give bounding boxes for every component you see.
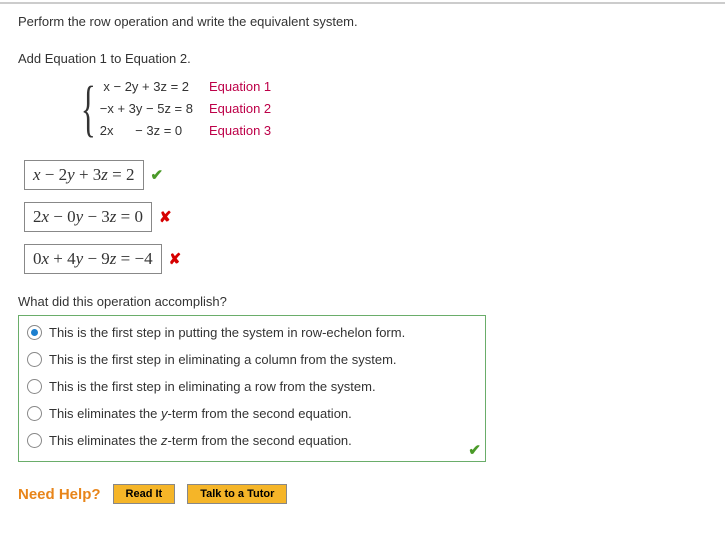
mc-prompt: What did this operation accomplish? xyxy=(18,294,707,309)
mc-option-label: This eliminates the y-term from the seco… xyxy=(49,406,352,421)
answer-row-2: 2x − 0y − 3z = 0 ✘ xyxy=(24,202,707,232)
answer-input-1[interactable]: x − 2y + 3z = 2 xyxy=(24,160,144,190)
question-text: Perform the row operation and write the … xyxy=(18,14,707,29)
radio-icon[interactable] xyxy=(27,379,42,394)
radio-icon[interactable] xyxy=(27,325,42,340)
radio-icon[interactable] xyxy=(27,406,42,421)
answer-inputs: x − 2y + 3z = 2 ✔ 2x − 0y − 3z = 0 ✘ 0x … xyxy=(24,160,707,274)
check-icon: ✔ xyxy=(468,441,481,459)
mc-options-box: This is the first step in putting the sy… xyxy=(18,315,486,462)
left-brace: { xyxy=(81,78,96,140)
instruction-text: Add Equation 1 to Equation 2. xyxy=(18,51,707,66)
talk-to-tutor-button[interactable]: Talk to a Tutor xyxy=(187,484,287,504)
mc-option-0[interactable]: This is the first step in putting the sy… xyxy=(27,322,477,349)
need-help-label: Need Help? xyxy=(18,486,101,503)
system-equations: x − 2y + 3z = 2 −x + 3y − 5z = 8 2x − 3z… xyxy=(100,76,193,142)
answer-row-3: 0x + 4y − 9z = −4 ✘ xyxy=(24,244,707,274)
radio-icon[interactable] xyxy=(27,352,42,367)
mc-option-label: This is the first step in eliminating a … xyxy=(49,352,397,367)
answer-input-3[interactable]: 0x + 4y − 9z = −4 xyxy=(24,244,162,274)
equation-labels: Equation 1 Equation 2 Equation 3 xyxy=(209,76,271,142)
equation-system: { x − 2y + 3z = 2 −x + 3y − 5z = 8 2x − … xyxy=(66,76,707,142)
mc-option-3[interactable]: This eliminates the y-term from the seco… xyxy=(27,403,477,430)
mc-option-1[interactable]: This is the first step in eliminating a … xyxy=(27,349,477,376)
mc-option-4[interactable]: This eliminates the z-term from the seco… xyxy=(27,430,477,457)
help-row: Need Help? Read It Talk to a Tutor xyxy=(18,484,707,504)
mc-option-label: This eliminates the z-term from the seco… xyxy=(49,433,352,448)
cross-icon: ✘ xyxy=(169,250,182,268)
check-icon: ✔ xyxy=(151,166,164,184)
radio-icon[interactable] xyxy=(27,433,42,448)
cross-icon: ✘ xyxy=(159,208,172,226)
mc-option-label: This is the first step in putting the sy… xyxy=(49,325,405,340)
answer-input-2[interactable]: 2x − 0y − 3z = 0 xyxy=(24,202,152,232)
mc-option-2[interactable]: This is the first step in eliminating a … xyxy=(27,376,477,403)
mc-option-label: This is the first step in eliminating a … xyxy=(49,379,376,394)
read-it-button[interactable]: Read It xyxy=(113,484,176,504)
answer-row-1: x − 2y + 3z = 2 ✔ xyxy=(24,160,707,190)
